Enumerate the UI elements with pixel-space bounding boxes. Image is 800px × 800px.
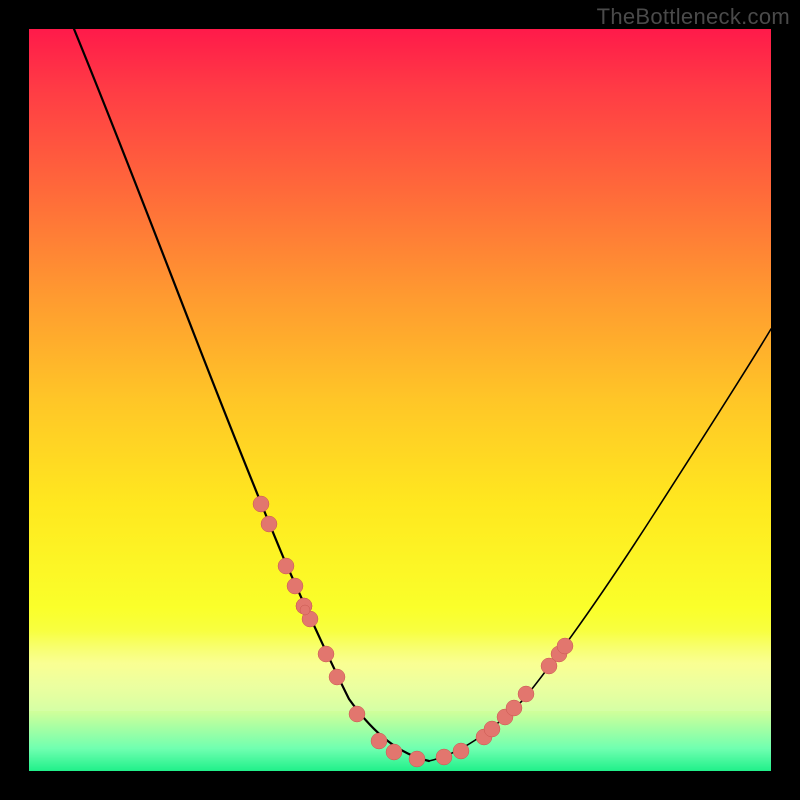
v-curve-right bbox=[429, 329, 771, 761]
curve-layer bbox=[29, 29, 771, 771]
marker-dot bbox=[253, 496, 269, 512]
marker-dot bbox=[436, 749, 452, 765]
marker-dot bbox=[506, 700, 522, 716]
marker-dots bbox=[253, 496, 573, 767]
marker-dot bbox=[349, 706, 365, 722]
marker-dot bbox=[557, 638, 573, 654]
marker-dot bbox=[518, 686, 534, 702]
marker-dot bbox=[484, 721, 500, 737]
watermark-text: TheBottleneck.com bbox=[597, 4, 790, 30]
plot-area bbox=[29, 29, 771, 771]
marker-dot bbox=[329, 669, 345, 685]
marker-dot bbox=[287, 578, 303, 594]
marker-dot bbox=[541, 658, 557, 674]
marker-dot bbox=[409, 751, 425, 767]
marker-dot bbox=[318, 646, 334, 662]
v-curve-left bbox=[74, 29, 429, 761]
marker-dot bbox=[261, 516, 277, 532]
marker-dot bbox=[371, 733, 387, 749]
marker-dot bbox=[453, 743, 469, 759]
marker-dot bbox=[386, 744, 402, 760]
marker-dot bbox=[300, 605, 310, 615]
chart-frame: TheBottleneck.com bbox=[0, 0, 800, 800]
marker-dot bbox=[278, 558, 294, 574]
